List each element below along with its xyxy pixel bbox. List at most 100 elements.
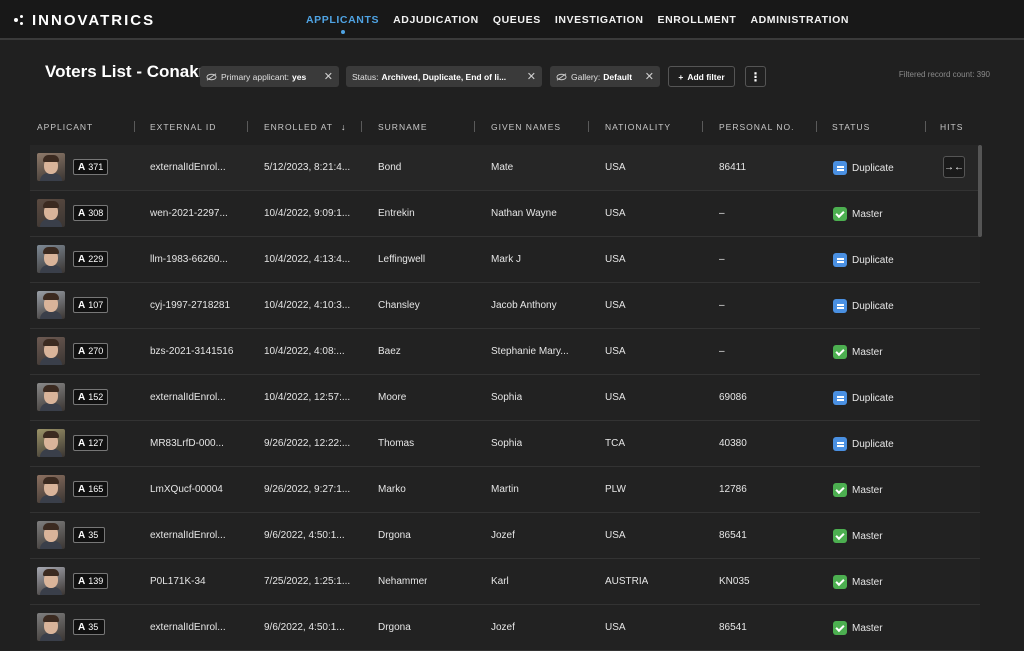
column-header-label: HITS: [940, 122, 964, 132]
status-label: Master: [852, 208, 883, 220]
column-resize-handle[interactable]: [474, 121, 475, 132]
column-resize-handle[interactable]: [247, 121, 248, 132]
column-resize-handle[interactable]: [134, 121, 135, 132]
cell-nationality: USA: [605, 346, 626, 357]
status-badge: Duplicate: [833, 159, 894, 177]
badge-letter: A: [78, 437, 86, 449]
filter-value: yes: [292, 71, 307, 82]
cell-nationality: TCA: [605, 438, 625, 449]
applicant-photo: [37, 521, 65, 549]
list-title: Voters List - Conakry: [45, 62, 215, 81]
table-scrollbar[interactable]: [978, 145, 982, 237]
applicant-photo: [37, 567, 65, 595]
check-icon: [833, 483, 847, 497]
nav-tab-applicants[interactable]: APPLICANTS: [306, 0, 379, 40]
cell-external-id: P0L171K-34: [150, 576, 206, 587]
status-badge: Master: [833, 619, 883, 637]
filter-chip[interactable]: Status: Archived, Duplicate, End of li...…: [346, 66, 542, 87]
column-resize-handle[interactable]: [361, 121, 362, 132]
cell-enrolled-at: 10/4/2022, 9:09:1...: [264, 208, 351, 219]
column-header-external-id[interactable]: EXTERNAL ID: [150, 116, 216, 138]
remove-filter-icon[interactable]: ✕: [519, 70, 536, 83]
column-resize-handle[interactable]: [925, 121, 926, 132]
badge-letter: A: [78, 253, 86, 265]
cell-given-names: Karl: [491, 576, 509, 587]
column-resize-handle[interactable]: [816, 121, 817, 132]
status-label: Master: [852, 576, 883, 588]
status-label: Master: [852, 622, 883, 634]
cell-enrolled-at: 10/4/2022, 4:10:3...: [264, 300, 351, 311]
applicants-table-body: A 371 externalIdEnrol... 5/12/2023, 8:21:4.…: [30, 145, 980, 651]
duplicate-icon: [833, 253, 847, 267]
badge-number: 270: [88, 346, 104, 356]
nav-tab-adjudication[interactable]: ADJUDICATION: [393, 0, 479, 40]
filter-chip[interactable]: Gallery: Default ✕: [550, 66, 660, 87]
filter-chip[interactable]: Primary applicant: yes ✕: [200, 66, 339, 87]
table-row[interactable]: A 139 P0L171K-34 7/25/2022, 1:25:1... Nehamm…: [30, 559, 980, 605]
cell-given-names: Sophia: [491, 438, 523, 449]
applicant-badge: A 139: [73, 573, 109, 589]
column-header-personal-no[interactable]: PERSONAL NO.: [719, 116, 794, 138]
applicant-photo: [37, 153, 65, 181]
table-row[interactable]: A 107 cyj-1997-2718281 10/4/2022, 4:10:3...…: [30, 283, 980, 329]
cell-personal-no: 86541: [719, 622, 747, 633]
cell-surname: Baez: [378, 346, 401, 357]
cell-surname: Thomas: [378, 438, 415, 449]
cell-surname: Nehammer: [378, 576, 428, 587]
remove-filter-icon[interactable]: ✕: [316, 70, 333, 83]
cell-enrolled-at: 10/4/2022, 4:13:4...: [264, 254, 351, 265]
cell-nationality: USA: [605, 300, 626, 311]
add-filter-button[interactable]: + Add filter: [668, 66, 735, 87]
table-row[interactable]: A 35 externalIdEnrol... 9/6/2022, 4:50:1...…: [30, 513, 980, 559]
remove-filter-icon[interactable]: ✕: [637, 70, 654, 83]
main-nav: APPLICANTS ADJUDICATION QUEUES INVESTIGATIO…: [306, 0, 849, 40]
table-row[interactable]: A 371 externalIdEnrol... 5/12/2023, 8:21:4.…: [30, 145, 980, 191]
column-header-given-names[interactable]: GIVEN NAMES: [491, 116, 561, 138]
column-header-status[interactable]: STATUS: [832, 116, 870, 138]
cell-given-names: Nathan Wayne: [491, 208, 557, 219]
cell-surname: Bond: [378, 162, 402, 173]
table-row[interactable]: A 270 bzs-2021-3141516 10/4/2022, 4:08:... B…: [30, 329, 980, 375]
cell-external-id: llm-1983-66260...: [150, 254, 228, 265]
table-row[interactable]: A 229 llm-1983-66260... 10/4/2022, 4:13:4..…: [30, 237, 980, 283]
applicant-badge: A 127: [73, 435, 109, 451]
filter-key: Gallery:: [571, 71, 601, 82]
table-row[interactable]: A 308 wen-2021-2297... 10/4/2022, 9:09:1...…: [30, 191, 980, 237]
column-resize-handle[interactable]: [702, 121, 703, 132]
column-header-applicant[interactable]: APPLICANT: [37, 116, 93, 138]
column-header-enrolled-at[interactable]: ENROLLED AT ↓: [264, 116, 346, 138]
table-row[interactable]: A 35 externalIdEnrol... 9/6/2022, 4:50:1...…: [30, 605, 980, 651]
nav-tab-enrollment[interactable]: ENROLLMENT: [658, 0, 737, 40]
applicant-photo: [37, 475, 65, 503]
column-header-hits[interactable]: HITS: [940, 116, 963, 138]
filter-key: Status:: [352, 71, 379, 82]
compare-hits-button[interactable]: →←: [943, 156, 965, 178]
table-row[interactable]: A 152 externalIdEnrol... 10/4/2022, 12:57:.…: [30, 375, 980, 421]
brand-logo[interactable]: INNOVATRICS: [14, 10, 155, 30]
cell-external-id: cyj-1997-2718281: [150, 300, 231, 311]
badge-letter: A: [78, 207, 86, 219]
cell-external-id: externalIdEnrol...: [150, 530, 226, 541]
table-row[interactable]: A 127 MR83LrfD-000... 9/26/2022, 12:22:... T…: [30, 421, 980, 467]
column-header-label: NATIONALITY: [605, 122, 672, 132]
column-header-nationality[interactable]: NATIONALITY: [605, 116, 671, 138]
cell-external-id: wen-2021-2297...: [150, 208, 228, 219]
nav-tab-queues[interactable]: QUEUES: [493, 0, 541, 40]
applicant-photo: [37, 245, 65, 273]
column-header-surname[interactable]: SURNAME: [378, 116, 428, 138]
cell-personal-no: 86541: [719, 530, 747, 541]
sort-descending-icon[interactable]: ↓: [341, 122, 347, 132]
check-icon: [833, 345, 847, 359]
cell-personal-no: –: [719, 208, 725, 219]
cell-surname: Chansley: [378, 300, 420, 311]
more-options-button[interactable]: ⋮: [745, 66, 766, 87]
badge-number: 107: [88, 300, 104, 310]
badge-letter: A: [78, 161, 86, 173]
applicant-badge: A 270: [73, 343, 109, 359]
cell-external-id: externalIdEnrol...: [150, 162, 226, 173]
table-row[interactable]: A 165 LmXQucf-00004 9/26/2022, 9:27:1... Mar…: [30, 467, 980, 513]
nav-tab-administration[interactable]: ADMINISTRATION: [750, 0, 849, 40]
nav-tab-investigation[interactable]: INVESTIGATION: [555, 0, 644, 40]
column-resize-handle[interactable]: [588, 121, 589, 132]
cell-nationality: USA: [605, 392, 626, 403]
